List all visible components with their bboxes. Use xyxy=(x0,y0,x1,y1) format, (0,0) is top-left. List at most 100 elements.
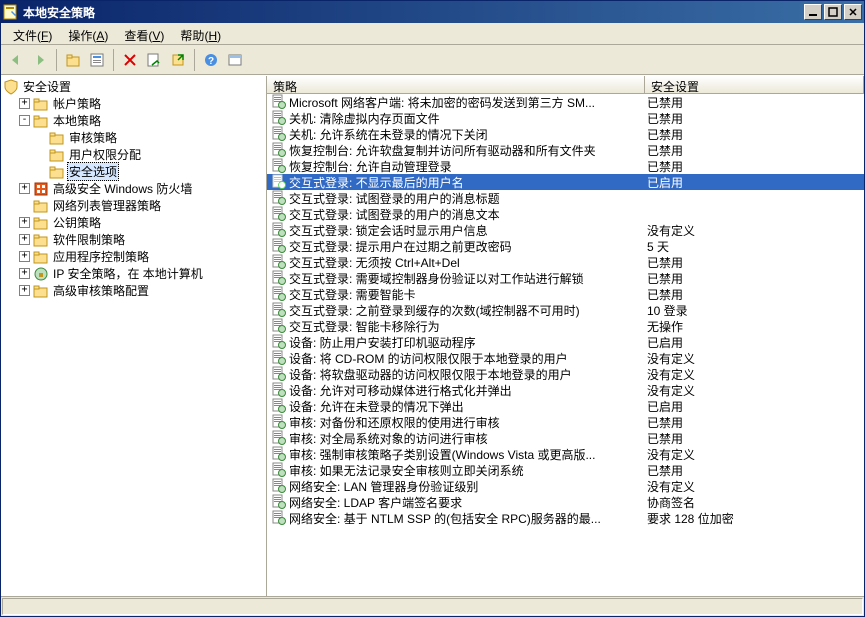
policy-icon xyxy=(271,318,287,334)
list-row[interactable]: 交互式登录: 需要域控制器身份验证以对工作站进行解锁已禁用 xyxy=(267,270,864,286)
policy-icon xyxy=(271,478,287,494)
list-row[interactable]: 恢复控制台: 允许自动管理登录已禁用 xyxy=(267,158,864,174)
policy-setting: 5 天 xyxy=(647,238,864,255)
list-row[interactable]: 恢复控制台: 允许软盘复制并访问所有驱动器和所有文件夹已禁用 xyxy=(267,142,864,158)
refresh-button[interactable] xyxy=(143,49,165,71)
list-row[interactable]: 设备: 允许在未登录的情况下弹出已启用 xyxy=(267,398,864,414)
policy-setting: 没有定义 xyxy=(647,366,864,383)
policy-icon xyxy=(271,174,287,190)
up-button[interactable] xyxy=(62,49,84,71)
tree-toggle[interactable]: + xyxy=(19,285,30,296)
list-row[interactable]: 关机: 允许系统在未登录的情况下关闭已禁用 xyxy=(267,126,864,142)
tree-item[interactable]: +帐户策略 xyxy=(3,95,264,112)
list-row[interactable]: 交互式登录: 智能卡移除行为无操作 xyxy=(267,318,864,334)
policy-name: 审核: 对全局系统对象的访问进行审核 xyxy=(289,430,647,447)
list-row[interactable]: 交互式登录: 无须按 Ctrl+Alt+Del已禁用 xyxy=(267,254,864,270)
list-row[interactable]: 交互式登录: 之前登录到缓存的次数(域控制器不可用时)10 登录 xyxy=(267,302,864,318)
list-row[interactable]: 交互式登录: 需要智能卡已禁用 xyxy=(267,286,864,302)
tree-item[interactable]: +应用程序控制策略 xyxy=(3,248,264,265)
policy-icon xyxy=(271,302,287,318)
close-button[interactable] xyxy=(844,4,862,20)
folder-icon xyxy=(33,249,49,265)
toolbar-sep3 xyxy=(194,49,195,71)
policy-name: 网络安全: 基于 NTLM SSP 的(包括安全 RPC)服务器的最... xyxy=(289,510,647,527)
menu-action[interactable]: 操作(A) xyxy=(60,25,116,42)
policy-setting: 没有定义 xyxy=(647,382,864,399)
tree-toggle[interactable]: + xyxy=(19,268,30,279)
tree-item[interactable]: 用户权限分配 xyxy=(3,146,264,163)
col-policy[interactable]: 策略 xyxy=(267,76,645,93)
policy-name: 网络安全: LAN 管理器身份验证级别 xyxy=(289,478,647,495)
list-row[interactable]: 审核: 对备份和还原权限的使用进行审核已禁用 xyxy=(267,414,864,430)
list-row[interactable]: 交互式登录: 试图登录的用户的消息标题 xyxy=(267,190,864,206)
list-row[interactable]: 交互式登录: 提示用户在过期之前更改密码5 天 xyxy=(267,238,864,254)
tree-toggle[interactable]: + xyxy=(19,98,30,109)
tree-item[interactable]: 网络列表管理器策略 xyxy=(3,197,264,214)
tree-item[interactable]: +高级安全 Windows 防火墙 xyxy=(3,180,264,197)
list-row[interactable]: 交互式登录: 锁定会话时显示用户信息没有定义 xyxy=(267,222,864,238)
folder-icon xyxy=(49,147,65,163)
list-row[interactable]: 审核: 对全局系统对象的访问进行审核已禁用 xyxy=(267,430,864,446)
list-row[interactable]: 交互式登录: 不显示最后的用户名已启用 xyxy=(267,174,864,190)
policy-setting: 要求 128 位加密 xyxy=(647,510,864,527)
tree-item[interactable]: +公钥策略 xyxy=(3,214,264,231)
policy-setting: 已启用 xyxy=(647,334,864,351)
list-row[interactable]: 设备: 允许对可移动媒体进行格式化并弹出没有定义 xyxy=(267,382,864,398)
policy-setting: 已禁用 xyxy=(647,254,864,271)
tree-toggle[interactable]: + xyxy=(19,217,30,228)
list-row[interactable]: 审核: 如果无法记录安全审核则立即关闭系统已禁用 xyxy=(267,462,864,478)
forward-button[interactable] xyxy=(29,49,51,71)
policy-icon xyxy=(271,190,287,206)
svg-text:?: ? xyxy=(208,56,214,67)
tree-pane[interactable]: 安全设置+帐户策略-本地策略审核策略用户权限分配安全选项+高级安全 Window… xyxy=(1,76,267,596)
tree-item[interactable]: 审核策略 xyxy=(3,129,264,146)
options-button[interactable] xyxy=(224,49,246,71)
list-row[interactable]: 设备: 防止用户安装打印机驱动程序已启用 xyxy=(267,334,864,350)
title-bar[interactable]: 本地安全策略 xyxy=(1,1,864,23)
policy-icon xyxy=(271,382,287,398)
tree-toggle[interactable]: + xyxy=(19,234,30,245)
back-button[interactable] xyxy=(5,49,27,71)
policy-icon xyxy=(271,206,287,222)
policy-name: 恢复控制台: 允许自动管理登录 xyxy=(289,158,647,175)
list-row[interactable]: 关机: 清除虚拟内存页面文件已禁用 xyxy=(267,110,864,126)
properties-button[interactable] xyxy=(86,49,108,71)
delete-button[interactable] xyxy=(119,49,141,71)
list-row[interactable]: 交互式登录: 试图登录的用户的消息文本 xyxy=(267,206,864,222)
policy-name: Microsoft 网络客户端: 将未加密的密码发送到第三方 SM... xyxy=(289,94,647,111)
policy-setting: 已禁用 xyxy=(647,462,864,479)
policy-icon xyxy=(271,334,287,350)
folder-icon xyxy=(33,181,49,197)
shield-icon xyxy=(3,79,19,95)
list-row[interactable]: Microsoft 网络客户端: 将未加密的密码发送到第三方 SM...已禁用 xyxy=(267,94,864,110)
tree-item[interactable]: +IP 安全策略，在 本地计算机 xyxy=(3,265,264,282)
help-button[interactable]: ? xyxy=(200,49,222,71)
menu-help[interactable]: 帮助(H) xyxy=(172,25,229,42)
tree-toggle[interactable]: + xyxy=(19,251,30,262)
status-bar xyxy=(1,596,864,616)
col-setting[interactable]: 安全设置 xyxy=(645,76,864,93)
tree-toggle[interactable]: - xyxy=(19,115,30,126)
export-button[interactable] xyxy=(167,49,189,71)
policy-setting: 已禁用 xyxy=(647,286,864,303)
tree-item[interactable]: 安全选项 xyxy=(3,163,264,180)
tree-toggle[interactable]: + xyxy=(19,183,30,194)
menu-file[interactable]: 文件(F) xyxy=(5,25,60,42)
list-row[interactable]: 设备: 将 CD-ROM 的访问权限仅限于本地登录的用户没有定义 xyxy=(267,350,864,366)
list-row[interactable]: 审核: 强制审核策略子类别设置(Windows Vista 或更高版...没有定… xyxy=(267,446,864,462)
list-body[interactable]: Microsoft 网络客户端: 将未加密的密码发送到第三方 SM...已禁用关… xyxy=(267,94,864,596)
policy-name: 设备: 防止用户安装打印机驱动程序 xyxy=(289,334,647,351)
tree-item[interactable]: -本地策略 xyxy=(3,112,264,129)
policy-setting: 没有定义 xyxy=(647,446,864,463)
policy-icon xyxy=(271,494,287,510)
list-row[interactable]: 设备: 将软盘驱动器的访问权限仅限于本地登录的用户没有定义 xyxy=(267,366,864,382)
tree-item[interactable]: +高级审核策略配置 xyxy=(3,282,264,299)
list-row[interactable]: 网络安全: LAN 管理器身份验证级别没有定义 xyxy=(267,478,864,494)
list-row[interactable]: 网络安全: LDAP 客户端签名要求协商签名 xyxy=(267,494,864,510)
minimize-button[interactable] xyxy=(804,4,822,20)
tree-root-node[interactable]: 安全设置 xyxy=(3,78,264,95)
list-row[interactable]: 网络安全: 基于 NTLM SSP 的(包括安全 RPC)服务器的最...要求 … xyxy=(267,510,864,526)
maximize-button[interactable] xyxy=(824,4,842,20)
menu-view[interactable]: 查看(V) xyxy=(116,25,172,42)
tree-item[interactable]: +软件限制策略 xyxy=(3,231,264,248)
